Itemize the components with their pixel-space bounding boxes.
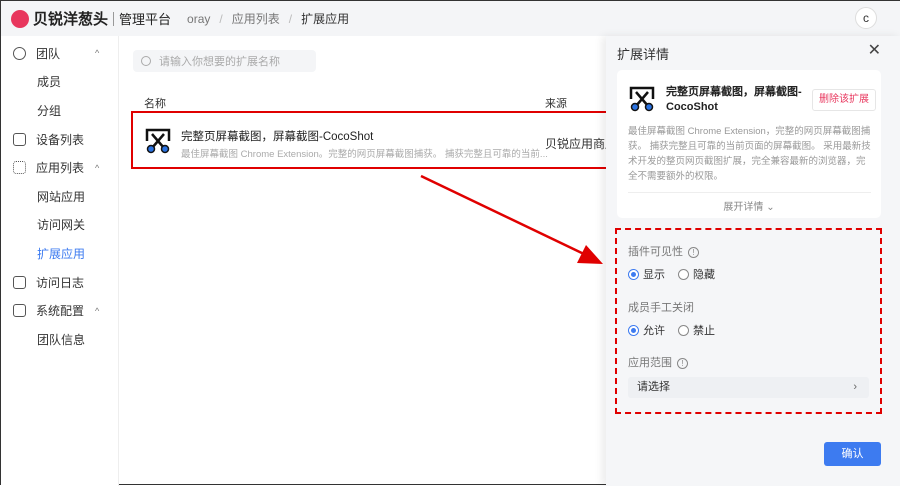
radio-allow[interactable]: 允许 bbox=[628, 322, 665, 338]
sidebar-item-team[interactable]: 团队 ^ bbox=[1, 39, 118, 68]
app-source: 贝锐应用商店 bbox=[545, 137, 609, 151]
radio-show[interactable]: 显示 bbox=[628, 266, 665, 282]
search-placeholder: 请输入你想要的扩展名称 bbox=[159, 56, 280, 68]
radio-forbid[interactable]: 禁止 bbox=[678, 322, 715, 338]
visibility-label: 插件可见性! bbox=[628, 243, 699, 259]
expand-details-button[interactable]: 展开详情 ⌄ bbox=[617, 198, 881, 213]
sidebar-item-label: 系统配置 bbox=[36, 304, 85, 319]
column-header-source: 来源 bbox=[545, 98, 567, 110]
card-title: 完整页屏幕截图，屏幕截图-CocoShot bbox=[666, 86, 802, 113]
manual-close-label: 成员手工关闭 bbox=[628, 302, 694, 314]
scope-select[interactable]: 请选择 › bbox=[628, 377, 869, 398]
radio-unchecked-icon bbox=[678, 268, 689, 280]
brand-logo-icon bbox=[11, 9, 29, 28]
top-header: 贝锐洋葱头 管理平台 oray / 应用列表 / 扩展应用 c bbox=[1, 1, 900, 36]
info-icon[interactable]: ! bbox=[688, 246, 699, 258]
chevron-up-icon: ^ bbox=[95, 48, 100, 59]
card-description: 最佳屏幕截图 Chrome Extension，完整的网页屏幕截图捕获。 捕获完… bbox=[628, 126, 871, 182]
radio-checked-icon bbox=[628, 324, 639, 336]
main-content: 请输入你想要的扩展名称 名称 来源 完整页屏幕截图，屏幕截图-CocoShot … bbox=[119, 36, 609, 486]
table-row[interactable]: 完整页屏幕截图，屏幕截图-CocoShot 最佳屏幕截图 Chrome Exte… bbox=[131, 111, 609, 169]
search-icon bbox=[141, 56, 151, 66]
app-description: 最佳屏幕截图 Chrome Extension。完整的网页屏幕截图捕获。 捕获完… bbox=[181, 149, 548, 160]
chevron-right-icon: › bbox=[853, 381, 857, 393]
radio-checked-icon bbox=[628, 268, 639, 280]
breadcrumb-current: 扩展应用 bbox=[301, 12, 350, 26]
drawer-title: 扩展详情 bbox=[617, 47, 670, 62]
team-icon bbox=[13, 46, 26, 60]
delete-extension-button[interactable]: 删除该扩展 bbox=[812, 89, 876, 111]
cocoshot-app-icon bbox=[629, 86, 655, 112]
sidebar-item-devices[interactable]: 设备列表 bbox=[1, 125, 118, 154]
sidebar-item-groups[interactable]: 分组 bbox=[1, 96, 118, 125]
sidebar-item-label: 访问日志 bbox=[36, 275, 85, 290]
divider bbox=[113, 11, 115, 26]
confirm-button[interactable]: 确认 bbox=[824, 442, 881, 466]
breadcrumb-org[interactable]: oray bbox=[187, 12, 210, 26]
chevron-down-icon: ⌄ bbox=[766, 202, 775, 213]
cocoshot-app-icon bbox=[145, 128, 171, 154]
sidebar-item-label: 设备列表 bbox=[36, 132, 85, 147]
extension-card: 完整页屏幕截图，屏幕截图-CocoShot 删除该扩展 最佳屏幕截图 Chrom… bbox=[617, 70, 881, 218]
chevron-up-icon: ^ bbox=[95, 305, 100, 316]
platform-title: 管理平台 bbox=[119, 12, 172, 27]
sidebar-item-extensions[interactable]: 扩展应用 bbox=[1, 239, 118, 268]
settings-icon bbox=[13, 304, 26, 318]
apps-icon bbox=[13, 161, 26, 175]
close-icon[interactable]: ✕ bbox=[868, 40, 881, 60]
scope-label: 应用范围! bbox=[628, 354, 688, 370]
sidebar: 团队 ^ 成员 分组 设备列表 应用列表 ^ 网站应用 访问网关 扩展应用 访问日志… bbox=[1, 36, 119, 486]
search-input[interactable]: 请输入你想要的扩展名称 bbox=[133, 50, 316, 72]
sidebar-item-settings[interactable]: 系统配置 ^ bbox=[1, 296, 118, 325]
app-title: 完整页屏幕截图，屏幕截图-CocoShot bbox=[181, 131, 374, 143]
sidebar-item-gateway[interactable]: 访问网关 bbox=[1, 211, 118, 240]
sidebar-item-members[interactable]: 成员 bbox=[1, 68, 118, 97]
sidebar-item-label: 应用列表 bbox=[36, 161, 85, 176]
device-icon bbox=[13, 132, 26, 146]
sidebar-item-team-info[interactable]: 团队信息 bbox=[1, 325, 118, 354]
avatar[interactable]: c bbox=[855, 7, 877, 29]
chevron-up-icon: ^ bbox=[95, 162, 100, 173]
radio-unchecked-icon bbox=[678, 324, 689, 336]
sidebar-item-label: 团队 bbox=[36, 46, 61, 61]
radio-hide[interactable]: 隐藏 bbox=[678, 266, 715, 282]
divider bbox=[628, 192, 871, 193]
sidebar-item-apps[interactable]: 应用列表 ^ bbox=[1, 153, 118, 182]
expand-label: 展开详情 bbox=[723, 202, 764, 213]
column-header-name: 名称 bbox=[144, 98, 166, 110]
sidebar-item-logs[interactable]: 访问日志 bbox=[1, 268, 118, 297]
log-icon bbox=[13, 275, 26, 289]
info-icon[interactable]: ! bbox=[677, 357, 688, 369]
breadcrumb-apps[interactable]: 应用列表 bbox=[232, 10, 280, 27]
brand-name: 贝锐洋葱头 bbox=[33, 11, 109, 28]
sidebar-item-web-apps[interactable]: 网站应用 bbox=[1, 182, 118, 211]
